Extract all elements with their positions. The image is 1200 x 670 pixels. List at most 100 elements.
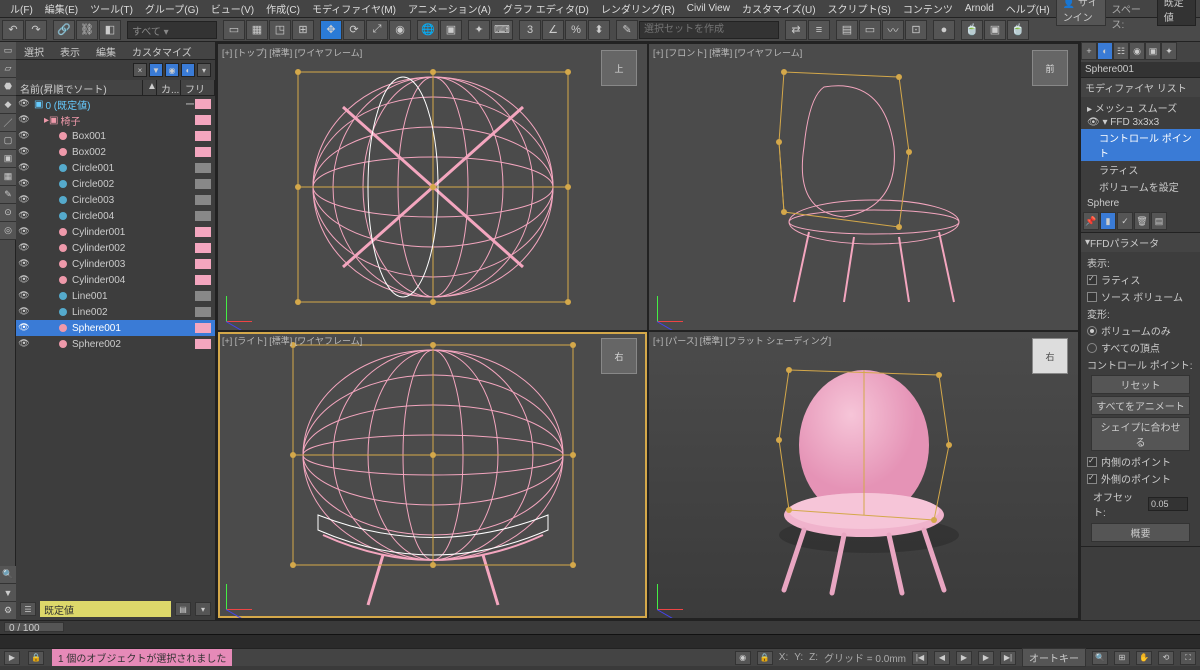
tree-item[interactable]: 👁Cylinder002 xyxy=(16,240,215,256)
lock-sel-icon[interactable]: 🔒 xyxy=(757,651,773,665)
pivot-button[interactable]: ▣ xyxy=(440,20,462,40)
workspace-dropdown[interactable]: 既定値 xyxy=(1157,0,1196,26)
lt-element-icon[interactable]: ▦ xyxy=(0,168,16,186)
lt-poly-icon[interactable]: ◆ xyxy=(0,96,16,114)
lattice-checkbox[interactable]: ラティス xyxy=(1087,271,1194,288)
render-button[interactable]: 🍵 xyxy=(1007,20,1029,40)
nav-orbit-icon[interactable]: ⟲ xyxy=(1158,651,1174,665)
tree-item[interactable]: 👁Line001 xyxy=(16,288,215,304)
color-swatch[interactable] xyxy=(195,339,211,349)
outside-checkbox[interactable]: 外側のポイント xyxy=(1087,470,1194,487)
menu-file[interactable]: ル(F) xyxy=(4,0,39,18)
tab-motion-icon[interactable]: ◉ xyxy=(1129,42,1145,60)
color-swatch[interactable] xyxy=(195,259,211,269)
lt-config-icon[interactable]: ⚙ xyxy=(0,602,16,620)
lt-modify-icon[interactable]: ✎ xyxy=(0,186,16,204)
manipulate-button[interactable]: ✦ xyxy=(468,20,490,40)
eye-icon[interactable]: 👁 xyxy=(18,162,30,174)
align-button[interactable]: ≡ xyxy=(808,20,830,40)
nav-zoom-icon[interactable]: 🔍 xyxy=(1092,651,1108,665)
eye-icon[interactable]: 👁 xyxy=(18,274,30,286)
lt-zoom-icon[interactable]: 🔍 xyxy=(0,566,16,584)
menu-render[interactable]: レンダリング(R) xyxy=(595,0,681,18)
select-button[interactable]: ▭ xyxy=(223,20,245,40)
color-swatch[interactable] xyxy=(195,179,211,189)
eye-icon[interactable]: 👁 xyxy=(18,290,30,302)
modifier-stack-item[interactable]: ラティス xyxy=(1081,161,1200,178)
eye-icon[interactable]: 👁 xyxy=(18,210,30,222)
eye-icon[interactable]: 👁 xyxy=(18,178,30,190)
lt-loop-icon[interactable]: ⊙ xyxy=(0,204,16,222)
eye-icon[interactable]: 👁 xyxy=(18,146,30,158)
lt-object-paint-icon[interactable]: ⬣ xyxy=(0,78,16,96)
edit-set-button[interactable]: ✎ xyxy=(616,20,638,40)
snap-button[interactable]: 3 xyxy=(519,20,541,40)
lt-face-icon[interactable]: ▣ xyxy=(0,150,16,168)
sp-foot-field[interactable]: 既定値 xyxy=(40,601,171,617)
sp-foot-btn3[interactable]: ▾ xyxy=(195,602,211,616)
color-swatch[interactable] xyxy=(195,131,211,141)
menu-content[interactable]: コンテンツ xyxy=(897,0,959,18)
modifier-stack-item[interactable]: コントロール ポイント xyxy=(1081,129,1200,161)
color-swatch[interactable] xyxy=(195,115,211,125)
ref-coord-button[interactable]: 🌐 xyxy=(417,20,439,40)
viewport-perspective[interactable]: [+] [パース] [標準] [フラット シェーディング] 右 xyxy=(649,332,1078,618)
unlink-button[interactable]: ⛓ xyxy=(76,20,98,40)
menu-edit[interactable]: 編集(E) xyxy=(39,0,84,18)
modifier-stack-item[interactable]: ▸ メッシュ スムーズ xyxy=(1081,99,1200,116)
menu-customize[interactable]: カスタマイズ(U) xyxy=(736,0,822,18)
eye-icon[interactable]: 👁 xyxy=(18,338,30,350)
stack-config-icon[interactable]: ▤ xyxy=(1151,212,1167,230)
autokey-button[interactable]: オートキー xyxy=(1022,648,1086,667)
lt-border-icon[interactable]: ▢ xyxy=(0,132,16,150)
sp-foot-btn2[interactable]: ▤ xyxy=(175,602,191,616)
sp-tab-display[interactable]: 表示 xyxy=(52,42,88,59)
angle-snap-button[interactable]: ∠ xyxy=(542,20,564,40)
play-end-icon[interactable]: ▶| xyxy=(1000,651,1016,665)
eye-icon[interactable]: 👁 xyxy=(18,194,30,206)
viewport-front[interactable]: [+] [フロント] [標準] [ワイヤフレーム] 前 xyxy=(649,44,1078,330)
maxscript-icon[interactable]: ▶ xyxy=(4,651,20,665)
animate-all-button[interactable]: すべてをアニメート xyxy=(1091,396,1190,415)
fit-shape-button[interactable]: シェイプに合わせる xyxy=(1091,417,1190,451)
menu-tools[interactable]: ツール(T) xyxy=(84,0,139,18)
tree-item[interactable]: 👁Box002 xyxy=(16,144,215,160)
signin-button[interactable]: 👤 サインイン xyxy=(1056,0,1106,26)
reset-button[interactable]: リセット xyxy=(1091,375,1190,394)
ffd-params-rollout[interactable]: ▾ FFDパラメータ xyxy=(1081,233,1200,252)
lt-freeform-icon[interactable]: ▱ xyxy=(0,60,16,78)
color-swatch[interactable] xyxy=(195,163,211,173)
color-swatch[interactable] xyxy=(195,211,211,221)
color-swatch[interactable] xyxy=(195,195,211,205)
vp-label[interactable]: [+] [パース] [標準] [フラット シェーディング] xyxy=(653,334,831,347)
base-object[interactable]: Sphere xyxy=(1081,197,1200,210)
stack-remove-icon[interactable]: 🗑 xyxy=(1134,212,1150,230)
eye-icon[interactable]: 👁 xyxy=(18,258,30,270)
render-frame-button[interactable]: ▣ xyxy=(984,20,1006,40)
filter-eye-icon[interactable]: ◉ xyxy=(165,63,179,77)
toggle-ribbon-button[interactable]: ▭ xyxy=(859,20,881,40)
time-slider-bar[interactable]: 0 / 100 xyxy=(0,620,1200,634)
viewcube[interactable]: 上 xyxy=(601,50,637,86)
filter-config-icon[interactable]: ▾ xyxy=(197,63,211,77)
menu-animation[interactable]: アニメーション(A) xyxy=(402,0,497,18)
redo-button[interactable]: ↷ xyxy=(25,20,47,40)
menu-graph[interactable]: グラフ エディタ(D) xyxy=(497,0,595,18)
sp-tab-edit[interactable]: 編集 xyxy=(88,42,124,59)
tab-hierarchy-icon[interactable]: ☷ xyxy=(1113,42,1129,60)
color-swatch[interactable] xyxy=(195,99,211,109)
isolate-icon[interactable]: ◉ xyxy=(735,651,751,665)
lt-edge-icon[interactable]: ／ xyxy=(0,114,16,132)
mirror-button[interactable]: ⇄ xyxy=(785,20,807,40)
color-swatch[interactable] xyxy=(195,323,211,333)
lt-select-icon[interactable]: ▭ xyxy=(0,42,16,60)
tree-item[interactable]: 👁Circle003 xyxy=(16,192,215,208)
eye-icon[interactable]: 👁 xyxy=(18,114,30,126)
color-swatch[interactable] xyxy=(195,307,211,317)
menu-arnold[interactable]: Arnold xyxy=(959,1,1000,16)
viewcube[interactable]: 前 xyxy=(1032,50,1068,86)
time-slider-handle[interactable]: 0 / 100 xyxy=(4,622,64,632)
tree-item[interactable]: 👁Box001 xyxy=(16,128,215,144)
inside-checkbox[interactable]: 内側のポイント xyxy=(1087,453,1194,470)
play-start-icon[interactable]: |◀ xyxy=(912,651,928,665)
